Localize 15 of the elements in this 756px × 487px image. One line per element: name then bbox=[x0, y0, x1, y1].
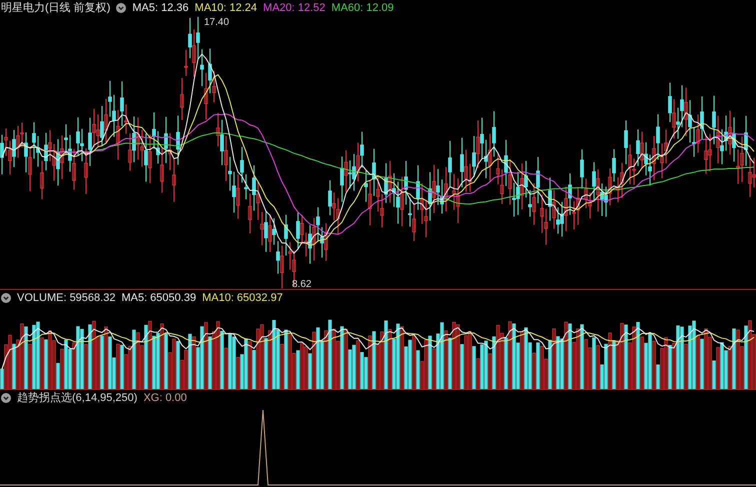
indicator-value: VOLUME: 59568.32 bbox=[17, 292, 116, 304]
chevron-circle-icon[interactable] bbox=[1, 393, 11, 403]
indicator-value: MA10: 12.24 bbox=[194, 2, 258, 14]
indicator-value: MA60: 12.09 bbox=[331, 2, 394, 14]
indicator-value: MA10: 65032.97 bbox=[202, 292, 283, 304]
chevron-circle-icon[interactable] bbox=[1, 293, 11, 303]
low-price-label: 8.62 bbox=[292, 279, 312, 289]
indicator-value: MA20: 12.52 bbox=[263, 2, 326, 14]
indicator-value: MA5: 65050.39 bbox=[121, 292, 196, 304]
chart-title: 明星电力(日线 前复权) bbox=[1, 2, 110, 14]
indicator-value: MA5: 12.36 bbox=[132, 2, 189, 14]
high-price-label: 17.40 bbox=[204, 16, 230, 28]
indicator-name: 趋势拐点选(6,14,95,250) bbox=[17, 392, 138, 404]
indicator-value: XG: 0.00 bbox=[143, 392, 187, 404]
chevron-circle-icon[interactable] bbox=[116, 3, 126, 13]
